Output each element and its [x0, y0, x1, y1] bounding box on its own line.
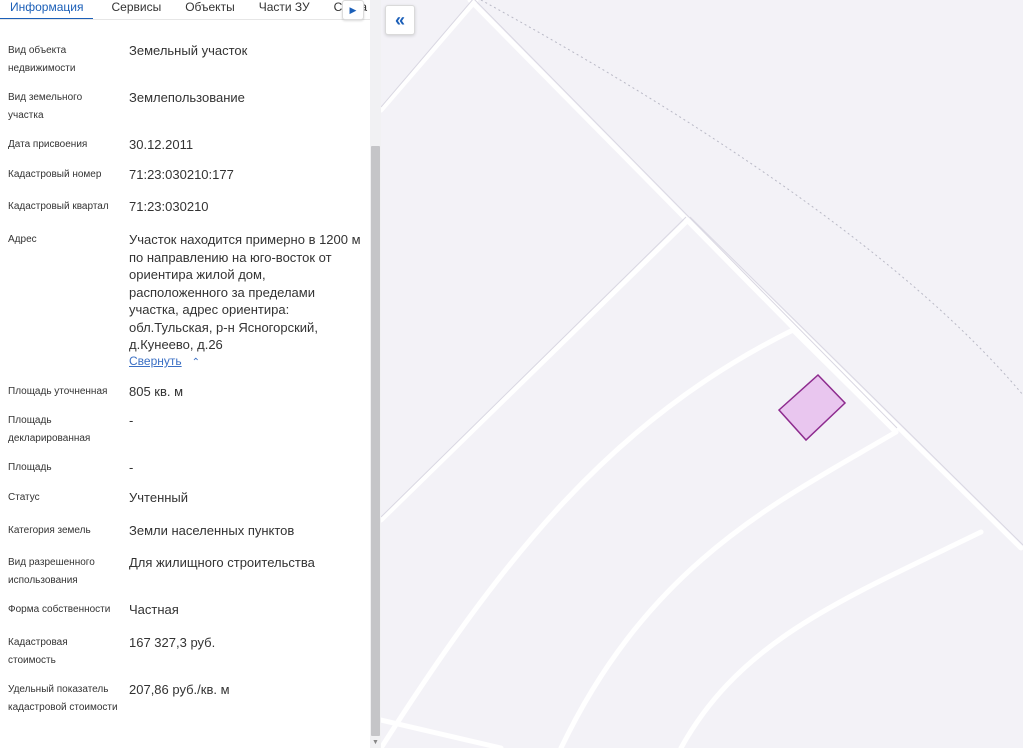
map-view[interactable] — [381, 0, 1023, 748]
field-label: Площадь декларированная — [8, 415, 91, 444]
field-value: Участок находится примерно в 1200 м по н… — [129, 232, 361, 352]
field-label: Адрес — [8, 234, 37, 245]
field-label: Дата присвоения — [8, 139, 88, 150]
tab-bar: Информация Сервисы Объекты Части ЗУ Сост… — [0, 0, 370, 20]
tabs-scroll-right-button[interactable]: ▶ — [342, 0, 364, 20]
field-value: Землепользование — [129, 90, 245, 105]
field-label: Категория земель — [8, 525, 91, 536]
scroll-down-arrow-icon[interactable]: ▼ — [371, 738, 380, 747]
field-value: 207,86 руб./кв. м — [129, 682, 230, 697]
field-label: Вид объекта недвижимости — [8, 45, 76, 74]
field-value: 30.12.2011 — [129, 137, 194, 152]
field-value: - — [129, 413, 134, 428]
field-label: Вид земельного участка — [8, 92, 83, 121]
field-value: - — [129, 460, 134, 475]
triangle-right-icon: ▶ — [349, 4, 357, 15]
collapse-address-link[interactable]: Свернуть ⌃ — [129, 354, 200, 368]
field-label: Статус — [8, 492, 40, 503]
field-label: Кадастровая стоимость — [8, 637, 68, 666]
field-label: Площадь — [8, 462, 52, 473]
road-edges — [381, 0, 1023, 546]
boundary-dashed-line — [480, 0, 1023, 396]
field-value: 71:23:030210:177 — [129, 167, 234, 182]
field-value: Учтенный — [129, 490, 189, 505]
scrollbar-thumb[interactable] — [371, 146, 380, 736]
field-value: Для жилищного строительства — [129, 555, 315, 570]
info-list: Вид объекта недвижимости Земельный участ… — [0, 0, 368, 748]
field-label: Форма собственности — [8, 604, 111, 615]
field-value: 805 кв. м — [129, 384, 184, 399]
field-value: 71:23:030210 — [129, 199, 209, 214]
land-parcel-polygon[interactable] — [777, 373, 847, 442]
field-value: 167 327,3 руб. — [129, 635, 216, 650]
tab-parts[interactable]: Части ЗУ — [259, 0, 310, 19]
field-value: Земли населенных пунктов — [129, 523, 295, 538]
tab-information[interactable]: Информация — [0, 0, 94, 19]
info-panel: Вид объекта недвижимости Земельный участ… — [0, 0, 381, 748]
field-label: Кадастровый номер — [8, 169, 102, 180]
field-label: Вид разрешенного использования — [8, 557, 95, 586]
chevron-up-icon: ⌃ — [191, 357, 201, 368]
field-value: Частная — [129, 602, 179, 617]
collapse-label: Свернуть — [129, 354, 182, 368]
tab-objects[interactable]: Объекты — [185, 0, 235, 19]
field-label: Удельный показатель кадастровой стоимост… — [8, 684, 118, 713]
double-chevron-left-icon: « — [394, 9, 405, 30]
map-canvas — [381, 0, 1023, 748]
field-label: Кадастровый квартал — [8, 201, 109, 212]
collapse-panel-button[interactable]: « — [385, 5, 415, 35]
tab-services[interactable]: Сервисы — [111, 0, 161, 19]
field-value: Земельный участок — [129, 43, 248, 58]
field-label: Площадь уточненная — [8, 386, 108, 397]
panel-scrollbar[interactable]: ▼ — [370, 0, 381, 748]
road-lines — [381, 0, 1023, 748]
